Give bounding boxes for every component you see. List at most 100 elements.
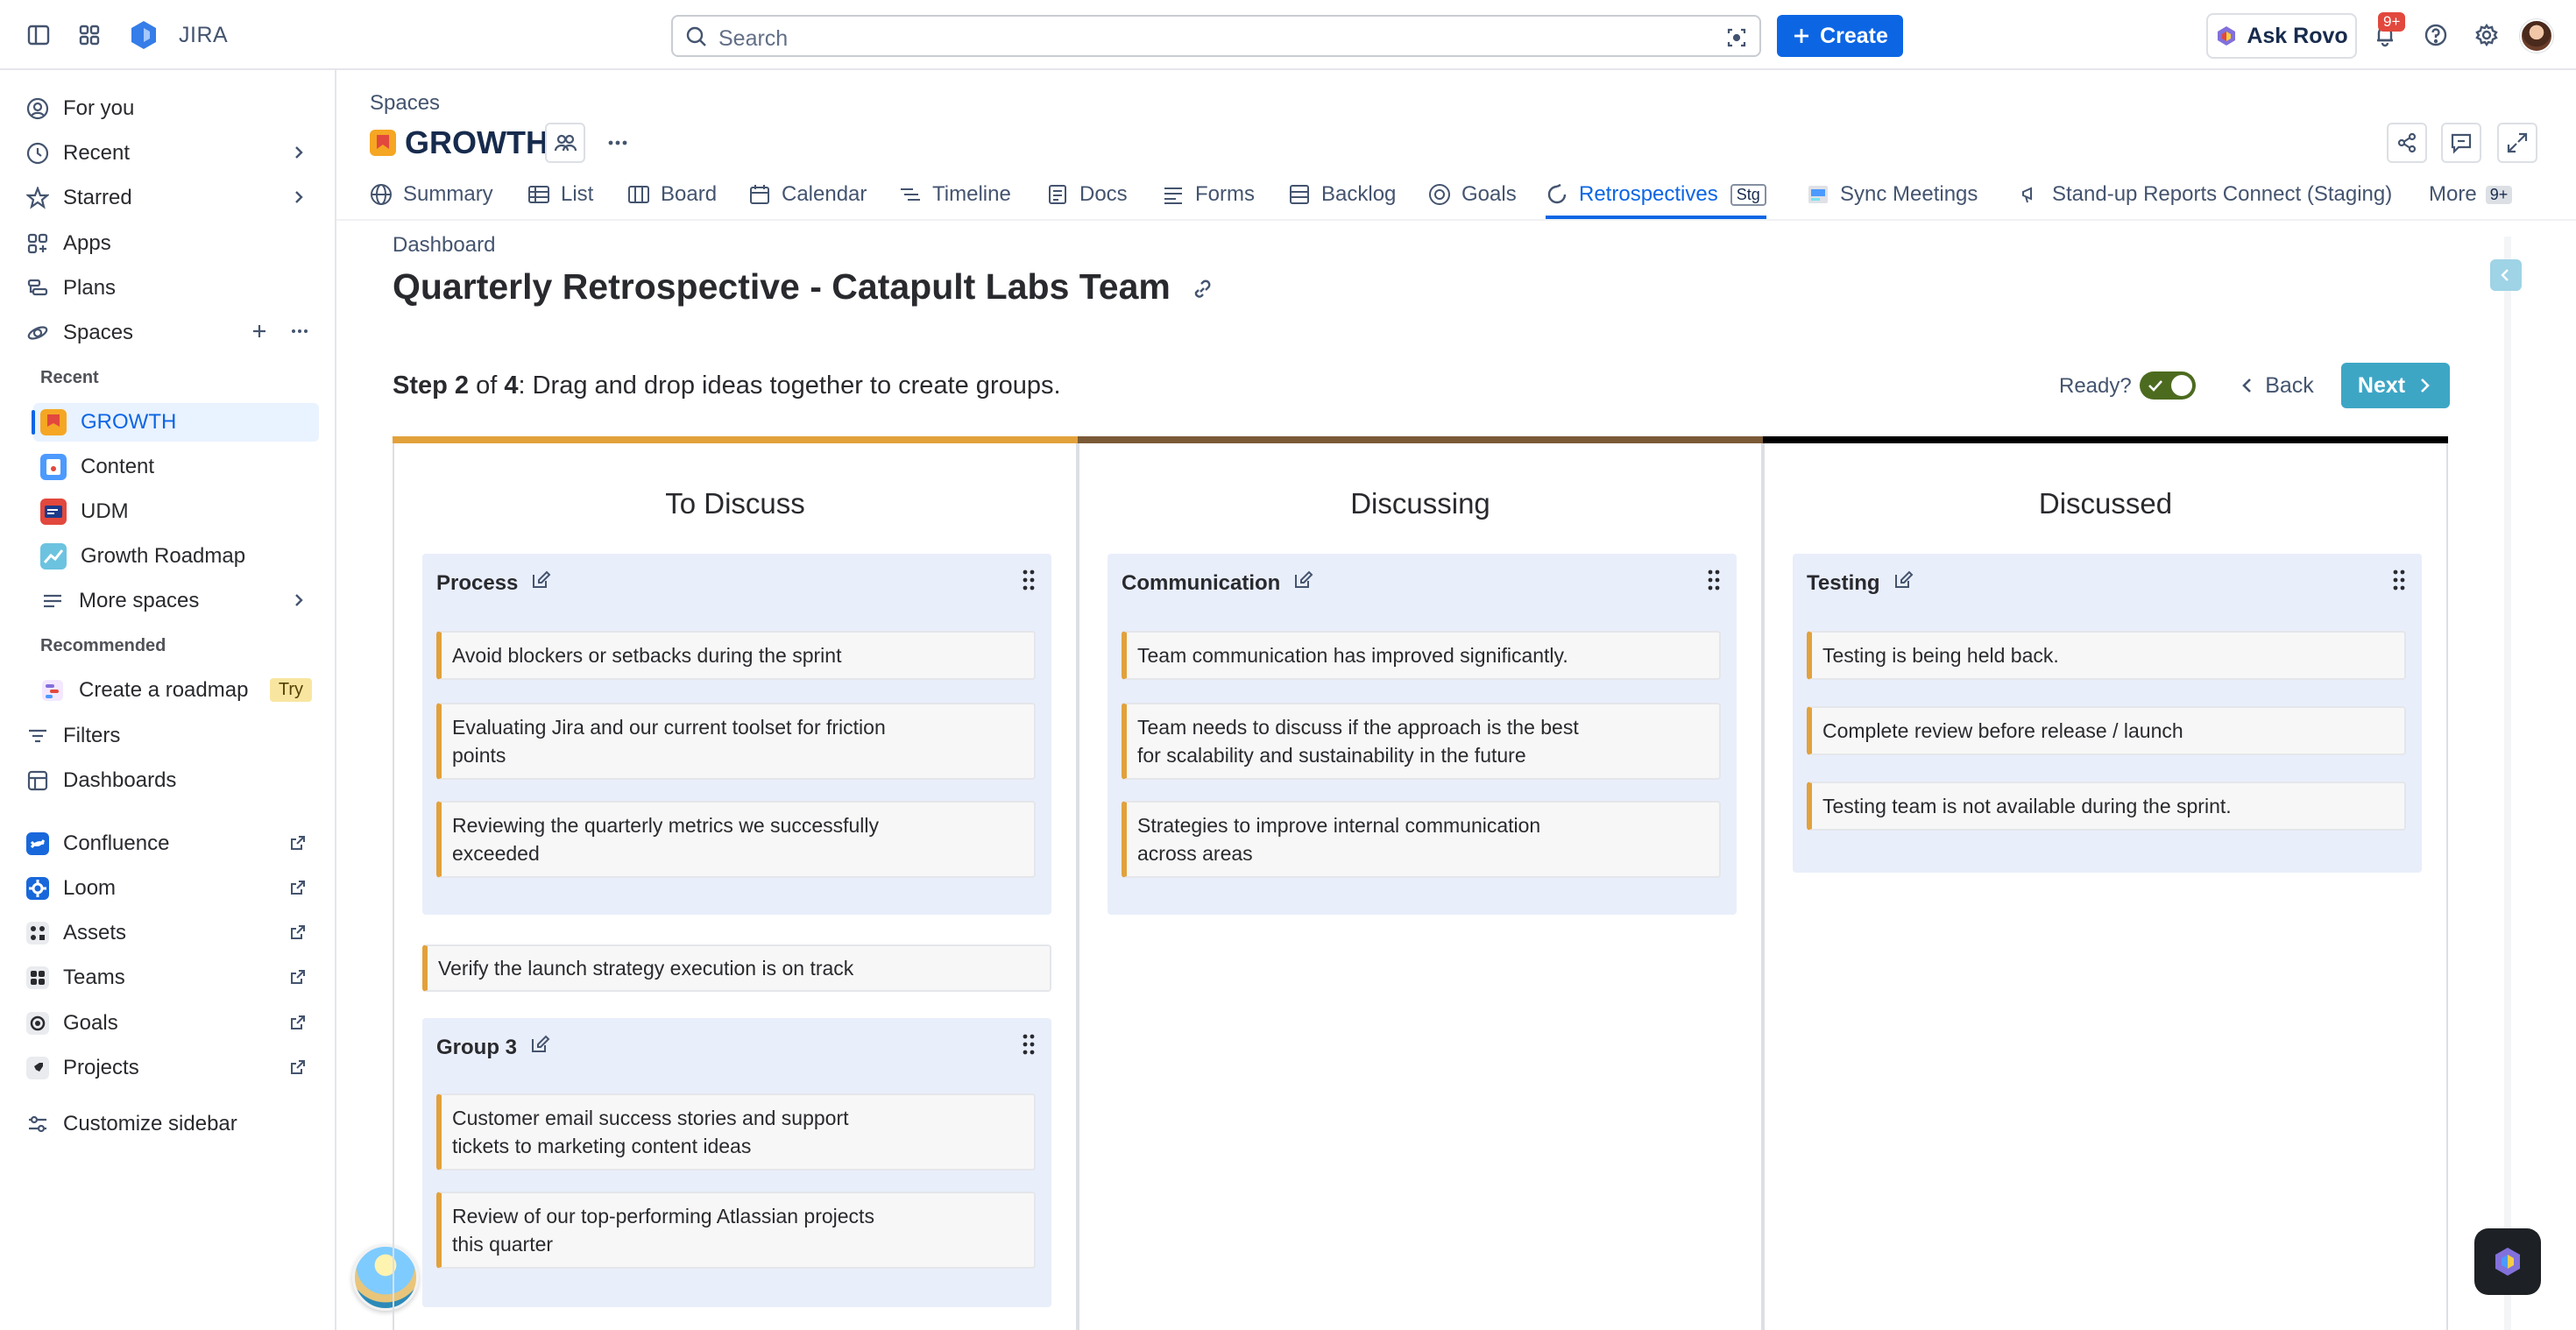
filters-label: Filters — [63, 724, 121, 747]
sidebar-link-projects[interactable]: Projects — [25, 1049, 319, 1087]
column-title: Discussed — [2038, 487, 2173, 520]
tab-calendar[interactable]: Calendar — [748, 173, 867, 216]
board-icon — [627, 183, 650, 206]
tab-backlog[interactable]: Backlog — [1288, 173, 1396, 216]
sidebar-space-udm[interactable]: UDM — [33, 492, 319, 531]
tab-goals[interactable]: Goals — [1428, 173, 1517, 216]
idea-card[interactable]: Testing is being held back. — [1807, 631, 2406, 680]
sidebar-link-loom[interactable]: Loom — [25, 869, 319, 908]
sidebar-item-label: Projects — [63, 1056, 139, 1079]
add-space-icon[interactable] — [249, 321, 270, 348]
sidebar-item-recent[interactable]: Recent — [25, 134, 319, 173]
next-label: Next — [2357, 372, 2406, 398]
edit-icon[interactable] — [529, 1034, 550, 1061]
sidebar-link-assets[interactable]: Assets — [25, 914, 319, 952]
idea-card[interactable]: Avoid blockers or setbacks during the sp… — [436, 631, 1036, 680]
sidebar-item-spaces[interactable]: Spaces — [25, 314, 319, 352]
group-testing[interactable]: Testing Testing is being held back. Comp… — [1793, 554, 2422, 873]
sidebar-space-content[interactable]: Content — [33, 448, 319, 486]
drag-handle-icon[interactable] — [1022, 1032, 1036, 1061]
sidebar-toggle-icon[interactable] — [23, 19, 54, 51]
search-filter-icon[interactable] — [1724, 25, 1749, 54]
team-members-button[interactable] — [545, 123, 585, 163]
ask-rovo-button[interactable]: Ask Rovo — [2206, 13, 2357, 59]
collapse-panel-button[interactable] — [2490, 259, 2522, 291]
group-header: Group 3 — [436, 1034, 550, 1061]
idea-card[interactable]: Team needs to discuss if the approach is… — [1122, 703, 1721, 780]
tab-sync-meetings[interactable]: Sync Meetings — [1807, 173, 1978, 216]
tab-stand-up-reports[interactable]: Stand-up Reports Connect (Staging) — [2019, 173, 2392, 216]
tab-docs[interactable]: Docs — [1046, 173, 1128, 216]
idea-card[interactable]: Evaluating Jira and our current toolset … — [436, 703, 1036, 780]
more-options-icon[interactable] — [289, 321, 310, 348]
app-name[interactable]: JIRA — [179, 23, 228, 48]
space-label: GROWTH — [81, 410, 177, 434]
idea-card[interactable]: Review of our top-performing Atlassian p… — [436, 1192, 1036, 1269]
app-switcher-icon[interactable] — [74, 19, 105, 51]
jira-logo-icon[interactable] — [128, 19, 159, 51]
create-button[interactable]: Create — [1777, 15, 1903, 57]
next-button[interactable]: Next — [2341, 363, 2450, 408]
step-number: Step 2 — [393, 371, 470, 400]
sidebar-item-plans[interactable]: Plans — [25, 269, 319, 308]
breadcrumb[interactable]: Spaces — [370, 91, 440, 116]
idea-card-ungrouped[interactable]: Verify the launch strategy execution is … — [422, 944, 1051, 992]
ready-toggle[interactable] — [2140, 371, 2196, 400]
edit-icon[interactable] — [1893, 569, 1914, 597]
idea-card[interactable]: Strategies to improve internal communica… — [1122, 801, 1721, 878]
sidebar-item-apps[interactable]: Apps — [25, 224, 319, 263]
sidebar-space-growth[interactable]: GROWTH — [32, 403, 319, 442]
group-process[interactable]: Process Avoid blockers or setbacks durin… — [422, 554, 1051, 915]
sidebar-customize[interactable]: Customize sidebar — [25, 1105, 319, 1143]
group-communication[interactable]: Communication Team communication has imp… — [1108, 554, 1737, 915]
link-icon[interactable] — [1191, 269, 1214, 310]
back-button[interactable]: Back — [2233, 366, 2320, 405]
idea-card[interactable]: Testing team is not available during the… — [1807, 782, 2406, 831]
confluence-icon — [25, 831, 51, 857]
tab-more[interactable]: More 9+ — [2429, 173, 2513, 216]
sidebar-space-growth-roadmap[interactable]: Growth Roadmap — [33, 537, 319, 576]
sidebar-item-label: Plans — [63, 276, 117, 300]
drag-handle-icon[interactable] — [1707, 568, 1721, 597]
idea-card[interactable]: Customer email success stories and suppo… — [436, 1093, 1036, 1171]
tab-list[interactable]: List — [527, 173, 593, 216]
sidebar-link-teams[interactable]: Teams — [25, 959, 319, 997]
idea-card[interactable]: Complete review before release / launch — [1807, 706, 2406, 755]
content-breadcrumb[interactable]: Dashboard — [393, 233, 495, 258]
chevron-right-icon[interactable] — [289, 187, 308, 213]
idea-card[interactable]: Team communication has improved signific… — [1122, 631, 1721, 680]
sidebar-item-filters[interactable]: Filters — [25, 717, 319, 755]
edit-icon[interactable] — [1292, 569, 1313, 597]
idea-card[interactable]: Reviewing the quarterly metrics we succe… — [436, 801, 1036, 878]
sidebar-link-confluence[interactable]: Confluence — [25, 824, 319, 863]
chevron-right-icon[interactable] — [289, 143, 308, 168]
feedback-icon[interactable] — [2441, 123, 2481, 163]
sidebar-item-dashboards[interactable]: Dashboards — [25, 761, 319, 800]
search-input[interactable]: Search — [671, 15, 1761, 57]
step-instructions: Step 2 of 4: Drag and drop ideas togethe… — [393, 371, 1061, 400]
sidebar-item-starred[interactable]: Starred — [25, 179, 319, 217]
spaces-icon — [25, 320, 51, 346]
tab-timeline[interactable]: Timeline — [899, 173, 1011, 216]
rovo-chat-button[interactable] — [2474, 1228, 2541, 1295]
group-header: Process — [436, 569, 551, 597]
tab-summary[interactable]: Summary — [370, 173, 493, 216]
create-roadmap-item[interactable]: Create a roadmap Try — [33, 671, 319, 710]
sidebar-item-for-you[interactable]: For you — [25, 89, 319, 128]
tab-retrospectives[interactable]: Retrospectives Stg — [1546, 173, 1766, 219]
tab-label: Docs — [1079, 182, 1128, 206]
sidebar-link-goals[interactable]: Goals — [25, 1004, 319, 1043]
user-avatar[interactable] — [2520, 19, 2553, 53]
drag-handle-icon[interactable] — [2392, 568, 2406, 597]
settings-gear-icon[interactable] — [2471, 19, 2502, 51]
fullscreen-icon[interactable] — [2497, 123, 2537, 163]
group-3[interactable]: Group 3 Customer email success stories a… — [422, 1018, 1051, 1307]
tab-forms[interactable]: Forms — [1162, 173, 1255, 216]
tab-board[interactable]: Board — [627, 173, 717, 216]
share-icon[interactable] — [2387, 123, 2427, 163]
more-actions-icon[interactable] — [598, 123, 638, 163]
help-icon[interactable] — [2420, 19, 2452, 51]
sidebar-more-spaces[interactable]: More spaces — [33, 582, 319, 620]
edit-icon[interactable] — [530, 569, 551, 597]
drag-handle-icon[interactable] — [1022, 568, 1036, 597]
